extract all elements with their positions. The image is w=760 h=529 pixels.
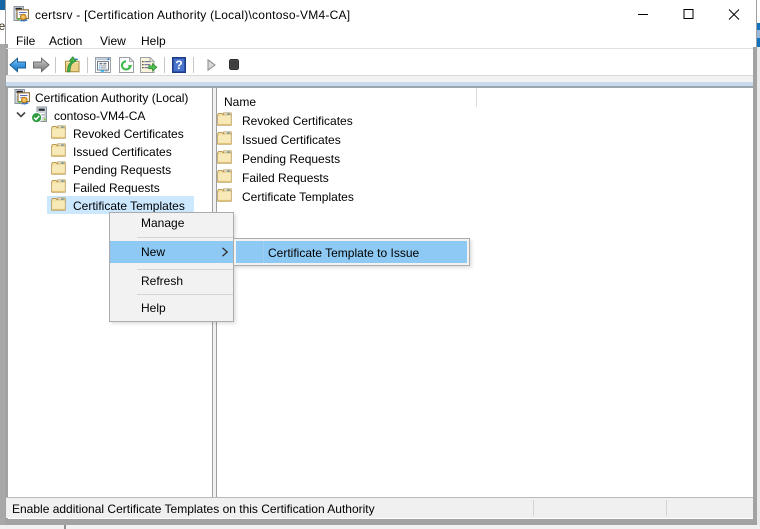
- svg-text:?: ?: [175, 58, 182, 72]
